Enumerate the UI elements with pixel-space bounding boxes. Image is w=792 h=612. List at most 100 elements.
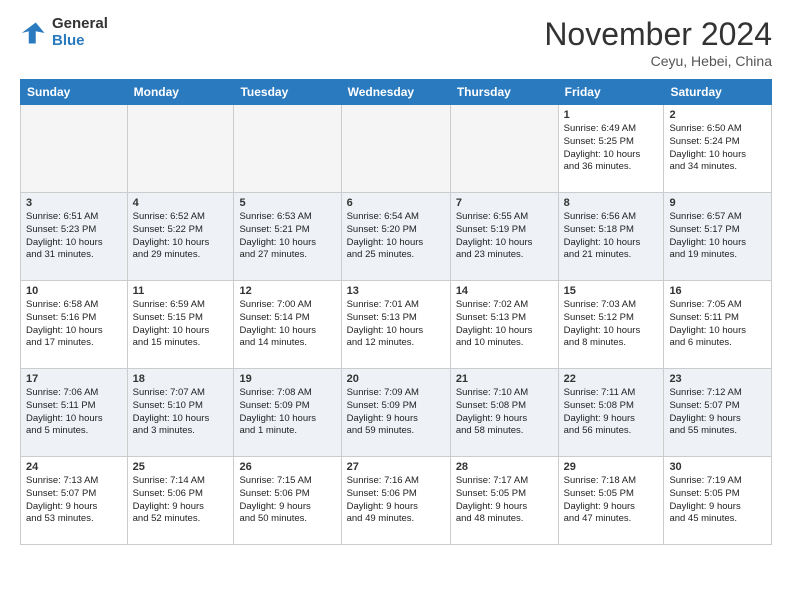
calendar-cell: 1Sunrise: 6:49 AM Sunset: 5:25 PM Daylig… <box>558 105 664 193</box>
day-info: Sunrise: 7:14 AM Sunset: 5:06 PM Dayligh… <box>133 475 229 526</box>
calendar-cell: 8Sunrise: 6:56 AM Sunset: 5:18 PM Daylig… <box>558 193 664 281</box>
day-number: 25 <box>133 461 229 473</box>
day-number: 11 <box>133 285 229 297</box>
day-number: 22 <box>564 373 659 385</box>
day-info: Sunrise: 6:51 AM Sunset: 5:23 PM Dayligh… <box>26 211 122 262</box>
calendar-cell <box>234 105 341 193</box>
calendar-cell: 23Sunrise: 7:12 AM Sunset: 5:07 PM Dayli… <box>664 369 772 457</box>
calendar-cell <box>341 105 450 193</box>
calendar-cell: 9 Sunrise: 6:57 AM Sunset: 5:17 PM Daylig… <box>664 193 772 281</box>
day-info: Sunrise: 7:17 AM Sunset: 5:05 PM Dayligh… <box>456 475 553 526</box>
calendar-cell: 19Sunrise: 7:08 AM Sunset: 5:09 PM Dayli… <box>234 369 341 457</box>
day-info: Sunrise: 6:54 AM Sunset: 5:20 PM Dayligh… <box>347 211 445 262</box>
weekday-header-row: SundayMondayTuesdayWednesdayThursdayFrid… <box>21 80 772 105</box>
weekday-header-wednesday: Wednesday <box>341 80 450 105</box>
weekday-header-sunday: Sunday <box>21 80 128 105</box>
day-info: Sunrise: 7:07 AM Sunset: 5:10 PM Dayligh… <box>133 387 229 438</box>
day-info: Sunrise: 7:10 AM Sunset: 5:08 PM Dayligh… <box>456 387 553 438</box>
day-info: Sunrise: 7:13 AM Sunset: 5:07 PM Dayligh… <box>26 475 122 526</box>
day-info: Sunrise: 7:12 AM Sunset: 5:07 PM Dayligh… <box>669 387 766 438</box>
day-info: Sunrise: 7:16 AM Sunset: 5:06 PM Dayligh… <box>347 475 445 526</box>
header: General Blue November 2024 Ceyu, Hebei, … <box>20 16 772 69</box>
calendar-cell: 26Sunrise: 7:15 AM Sunset: 5:06 PM Dayli… <box>234 457 341 545</box>
day-info: Sunrise: 6:57 AM Sunset: 5:17 PM Dayligh… <box>669 211 766 262</box>
day-info: Sunrise: 7:11 AM Sunset: 5:08 PM Dayligh… <box>564 387 659 438</box>
day-number: 2 <box>669 109 766 121</box>
calendar-cell: 17 Sunrise: 7:06 AM Sunset: 5:11 PM Dayli… <box>21 369 128 457</box>
calendar-cell: 30 Sunrise: 7:19 AM Sunset: 5:05 PM Dayli… <box>664 457 772 545</box>
calendar-cell: 15Sunrise: 7:03 AM Sunset: 5:12 PM Dayli… <box>558 281 664 369</box>
weekday-header-friday: Friday <box>558 80 664 105</box>
day-info: Sunrise: 6:59 AM Sunset: 5:15 PM Dayligh… <box>133 299 229 350</box>
day-number: 15 <box>564 285 659 297</box>
day-number: 27 <box>347 461 445 473</box>
calendar-cell: 2 Sunrise: 6:50 AM Sunset: 5:24 PM Daylig… <box>664 105 772 193</box>
calendar-cell <box>450 105 558 193</box>
page: General Blue November 2024 Ceyu, Hebei, … <box>0 0 792 561</box>
calendar-cell: 5 Sunrise: 6:53 AM Sunset: 5:21 PM Daylig… <box>234 193 341 281</box>
day-info: Sunrise: 7:05 AM Sunset: 5:11 PM Dayligh… <box>669 299 766 350</box>
day-info: Sunrise: 7:18 AM Sunset: 5:05 PM Dayligh… <box>564 475 659 526</box>
day-number: 1 <box>564 109 659 121</box>
day-number: 5 <box>239 197 335 209</box>
logo-general-text: General <box>52 15 108 32</box>
day-number: 19 <box>239 373 335 385</box>
day-number: 18 <box>133 373 229 385</box>
day-info: Sunrise: 6:52 AM Sunset: 5:22 PM Dayligh… <box>133 211 229 262</box>
day-info: Sunrise: 7:19 AM Sunset: 5:05 PM Dayligh… <box>669 475 766 526</box>
calendar-cell: 25 Sunrise: 7:14 AM Sunset: 5:06 PM Dayli… <box>127 457 234 545</box>
logo-icon <box>20 19 48 47</box>
logo-text: General Blue <box>52 16 108 49</box>
day-number: 6 <box>347 197 445 209</box>
day-info: Sunrise: 7:02 AM Sunset: 5:13 PM Dayligh… <box>456 299 553 350</box>
weekday-header-saturday: Saturday <box>664 80 772 105</box>
calendar-cell: 29Sunrise: 7:18 AM Sunset: 5:05 PM Dayli… <box>558 457 664 545</box>
day-number: 17 <box>26 373 122 385</box>
calendar-cell: 13Sunrise: 7:01 AM Sunset: 5:13 PM Dayli… <box>341 281 450 369</box>
day-info: Sunrise: 6:50 AM Sunset: 5:24 PM Dayligh… <box>669 123 766 174</box>
calendar-cell: 27 Sunrise: 7:16 AM Sunset: 5:06 PM Dayli… <box>341 457 450 545</box>
calendar: SundayMondayTuesdayWednesdayThursdayFrid… <box>20 79 772 545</box>
calendar-cell: 24 Sunrise: 7:13 AM Sunset: 5:07 PM Dayli… <box>21 457 128 545</box>
day-number: 4 <box>133 197 229 209</box>
day-info: Sunrise: 6:58 AM Sunset: 5:16 PM Dayligh… <box>26 299 122 350</box>
day-number: 7 <box>456 197 553 209</box>
day-info: Sunrise: 6:53 AM Sunset: 5:21 PM Dayligh… <box>239 211 335 262</box>
day-info: Sunrise: 7:06 AM Sunset: 5:11 PM Dayligh… <box>26 387 122 438</box>
weekday-header-monday: Monday <box>127 80 234 105</box>
logo: General Blue <box>20 16 108 49</box>
day-number: 9 <box>669 197 766 209</box>
calendar-week-row: 17 Sunrise: 7:06 AM Sunset: 5:11 PM Dayli… <box>21 369 772 457</box>
title-block: November 2024 Ceyu, Hebei, China <box>544 16 772 69</box>
calendar-cell: 14 Sunrise: 7:02 AM Sunset: 5:13 PM Dayli… <box>450 281 558 369</box>
calendar-cell <box>127 105 234 193</box>
calendar-cell: 18 Sunrise: 7:07 AM Sunset: 5:10 PM Dayli… <box>127 369 234 457</box>
weekday-header-tuesday: Tuesday <box>234 80 341 105</box>
day-number: 20 <box>347 373 445 385</box>
day-info: Sunrise: 7:00 AM Sunset: 5:14 PM Dayligh… <box>239 299 335 350</box>
day-number: 14 <box>456 285 553 297</box>
day-number: 13 <box>347 285 445 297</box>
calendar-cell: 3 Sunrise: 6:51 AM Sunset: 5:23 PM Daylig… <box>21 193 128 281</box>
calendar-cell: 6 Sunrise: 6:54 AM Sunset: 5:20 PM Daylig… <box>341 193 450 281</box>
calendar-cell: 22 Sunrise: 7:11 AM Sunset: 5:08 PM Dayli… <box>558 369 664 457</box>
day-info: Sunrise: 7:09 AM Sunset: 5:09 PM Dayligh… <box>347 387 445 438</box>
calendar-week-row: 3 Sunrise: 6:51 AM Sunset: 5:23 PM Daylig… <box>21 193 772 281</box>
day-number: 28 <box>456 461 553 473</box>
logo-blue-text: Blue <box>52 32 85 49</box>
calendar-cell: 20 Sunrise: 7:09 AM Sunset: 5:09 PM Dayli… <box>341 369 450 457</box>
calendar-cell: 16Sunrise: 7:05 AM Sunset: 5:11 PM Dayli… <box>664 281 772 369</box>
day-number: 10 <box>26 285 122 297</box>
day-number: 8 <box>564 197 659 209</box>
calendar-cell: 7Sunrise: 6:55 AM Sunset: 5:19 PM Daylig… <box>450 193 558 281</box>
day-number: 3 <box>26 197 122 209</box>
calendar-cell: 10 Sunrise: 6:58 AM Sunset: 5:16 PM Dayli… <box>21 281 128 369</box>
day-number: 12 <box>239 285 335 297</box>
month-title: November 2024 <box>544 16 772 53</box>
calendar-cell: 12 Sunrise: 7:00 AM Sunset: 5:14 PM Dayli… <box>234 281 341 369</box>
day-number: 24 <box>26 461 122 473</box>
calendar-cell: 11 Sunrise: 6:59 AM Sunset: 5:15 PM Dayli… <box>127 281 234 369</box>
day-number: 26 <box>239 461 335 473</box>
weekday-header-thursday: Thursday <box>450 80 558 105</box>
day-number: 30 <box>669 461 766 473</box>
